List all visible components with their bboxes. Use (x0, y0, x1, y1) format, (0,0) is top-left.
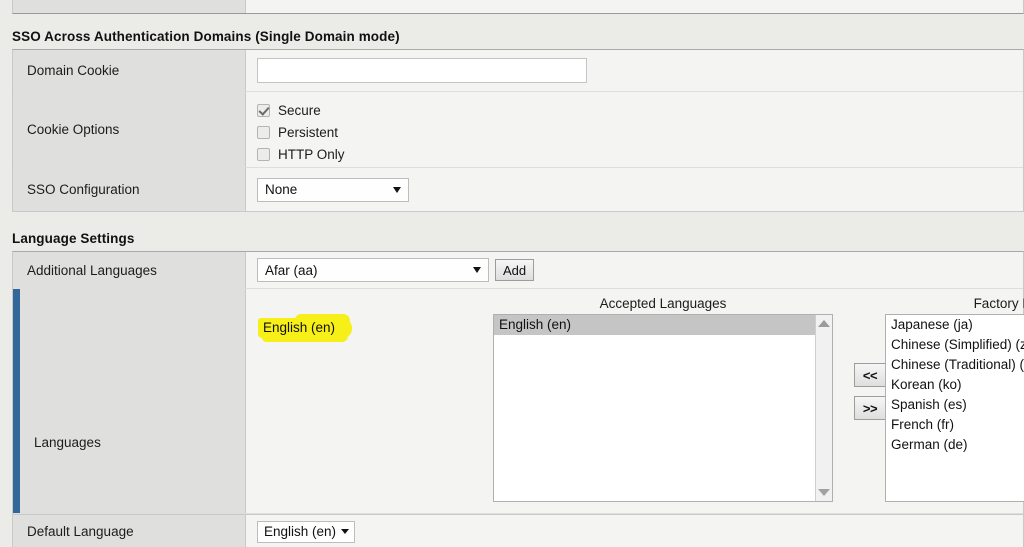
checkbox-persistent-icon[interactable] (257, 125, 270, 139)
checkbox-http-only-label: HTTP Only (278, 146, 345, 162)
transfer-buttons: << >> (854, 363, 886, 420)
table-row-additional-languages: Additional Languages Afar (aa) Add (13, 252, 1023, 289)
sso-configuration-label: SSO Configuration (13, 168, 246, 211)
scroll-down-arrow-icon[interactable] (818, 489, 830, 496)
sso-section-title: SSO Across Authentication Domains (Singl… (12, 29, 400, 44)
additional-languages-select[interactable]: Afar (aa) (257, 258, 489, 282)
default-language-label: Default Language (13, 515, 246, 547)
checkbox-persistent-label: Persistent (278, 124, 339, 140)
chevron-down-icon (473, 267, 481, 273)
checkbox-secure-icon[interactable] (257, 103, 270, 117)
checkbox-http-only-icon[interactable] (257, 147, 270, 161)
previous-table-label-cell (13, 0, 246, 13)
list-item[interactable]: French (fr) (886, 415, 1024, 435)
default-language-selected-value: English (en) (264, 524, 337, 539)
chevron-down-icon (393, 186, 401, 193)
add-language-button[interactable]: Add (495, 259, 535, 281)
move-right-button[interactable]: >> (854, 396, 886, 420)
builtin-languages-items: Japanese (ja)Chinese (Simplified) (zh-cn… (886, 315, 1024, 501)
additional-languages-label: Additional Languages (13, 252, 246, 288)
list-item[interactable]: Spanish (es) (886, 395, 1024, 415)
language-settings-table: Additional Languages Afar (aa) Add Langu… (12, 251, 1024, 547)
table-row-cookie-options: Cookie Options Secure Persistent HTTP On… (13, 92, 1023, 168)
domain-cookie-value-cell (246, 50, 1023, 91)
accepted-languages-listbox[interactable]: English (en) (493, 314, 833, 502)
previous-table-stub (12, 0, 1024, 14)
languages-value-cell: Accepted Languages English (en) << >> Fa… (246, 289, 1024, 513)
list-item[interactable]: Korean (ko) (886, 375, 1024, 395)
cookie-options-label: Cookie Options (13, 92, 246, 167)
additional-languages-selected-value: Afar (aa) (265, 262, 318, 278)
dual-listbox: Accepted Languages English (en) << >> Fa… (246, 289, 1024, 513)
table-row-languages: Languages Accepted Languages English (en… (13, 289, 1024, 514)
list-item[interactable]: Japanese (ja) (886, 315, 1024, 335)
default-language-select[interactable]: English (en) (257, 520, 356, 543)
accepted-languages-panel: Accepted Languages English (en) (493, 294, 833, 502)
domain-cookie-label: Domain Cookie (13, 50, 246, 91)
checkbox-row-http-only[interactable]: HTTP Only (257, 143, 345, 165)
checkbox-row-persistent[interactable]: Persistent (257, 121, 338, 143)
sso-configuration-select[interactable]: None (257, 177, 409, 202)
cookie-options-value-cell: Secure Persistent HTTP Only (246, 92, 1023, 167)
list-item[interactable]: Chinese (Simplified) (zh-cn) (886, 335, 1024, 355)
list-item[interactable]: Chinese (Traditional) (zh-tw) (886, 355, 1024, 375)
table-row-sso-configuration: SSO Configuration None (13, 168, 1023, 211)
move-left-button[interactable]: << (854, 363, 886, 387)
accepted-languages-scrollbar[interactable] (815, 315, 832, 501)
chevron-down-icon (341, 529, 350, 534)
list-item[interactable]: English (en) (494, 315, 815, 335)
builtin-languages-panel: Factory BuiltIn Languages Japanese (ja)C… (885, 294, 1024, 502)
sso-settings-table: Domain Cookie Cookie Options Secure Pers… (12, 49, 1024, 212)
table-row-domain-cookie: Domain Cookie (13, 50, 1023, 92)
languages-label: Languages (13, 289, 246, 513)
language-section-title: Language Settings (12, 231, 135, 246)
table-row-default-language: Default Language English (en) (13, 514, 1023, 547)
additional-languages-value-cell: Afar (aa) Add (246, 252, 1023, 288)
checkbox-row-secure[interactable]: Secure (257, 99, 321, 121)
scroll-up-arrow-icon[interactable] (818, 320, 830, 327)
list-item[interactable]: German (de) (886, 435, 1024, 455)
previous-table-value-cell (246, 0, 1023, 13)
builtin-languages-caption: Factory BuiltIn Languages (973, 296, 1024, 311)
default-language-value-cell: English (en) (246, 515, 1023, 547)
row-accent-bar (13, 289, 20, 513)
checkbox-secure-label: Secure (278, 102, 321, 118)
accepted-languages-caption: Accepted Languages (599, 296, 727, 311)
domain-cookie-input[interactable] (257, 58, 587, 83)
builtin-languages-listbox[interactable]: Japanese (ja)Chinese (Simplified) (zh-cn… (885, 314, 1024, 502)
accepted-languages-items: English (en) (494, 315, 815, 501)
sso-configuration-selected-value: None (265, 182, 298, 197)
settings-page: SSO Across Authentication Domains (Singl… (0, 0, 1024, 547)
sso-configuration-value-cell: None (246, 168, 1023, 211)
